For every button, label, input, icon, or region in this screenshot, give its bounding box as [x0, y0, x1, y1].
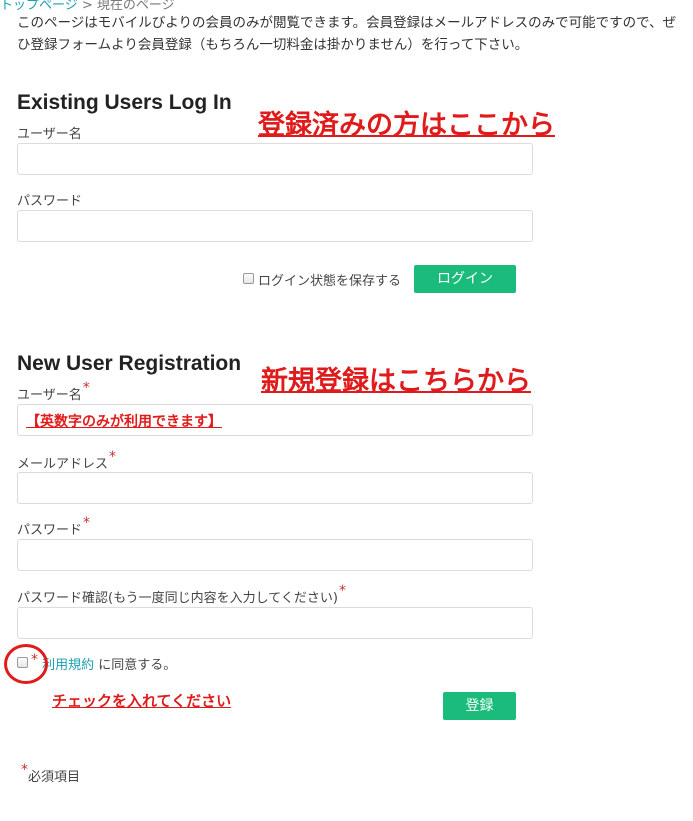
reg-password-label-row: パスワード*: [17, 515, 90, 538]
reg-confirm-label: パスワード確認(もう一度同じ内容を入力してください): [17, 591, 338, 606]
reg-email-label-row: メールアドレス*: [17, 449, 116, 472]
register-button[interactable]: 登録: [443, 692, 516, 720]
required-mark: *: [83, 515, 91, 531]
required-note-row: *必須項目: [20, 762, 81, 785]
required-mark: *: [21, 762, 28, 778]
intro-text: このページはモバイルびよりの会員のみが閲覧できます。会員登録はメールアドレスのみ…: [17, 15, 677, 53]
reg-password-label: パスワード: [17, 523, 83, 538]
username-annotation: 【英数字のみが利用できます】: [26, 413, 222, 429]
required-mark: *: [109, 449, 117, 465]
terms-link[interactable]: 利用規約: [42, 658, 94, 673]
reg-email-input[interactable]: [17, 472, 533, 504]
required-mark: *: [82, 380, 90, 396]
reg-confirm-input[interactable]: [17, 607, 533, 639]
check-annotation: チェックを入れてください: [52, 693, 232, 710]
login-password-label: パスワード: [17, 194, 83, 209]
login-username-input[interactable]: [17, 143, 533, 175]
login-username-label: ユーザー名: [17, 127, 82, 142]
remember-checkbox[interactable]: [243, 273, 254, 284]
reg-confirm-label-row: パスワード確認(もう一度同じ内容を入力してください)*: [17, 583, 346, 606]
terms-suffix: に同意する。: [94, 658, 177, 673]
checkbox-highlight-circle: [4, 644, 48, 684]
reg-password-input[interactable]: [17, 539, 533, 571]
remember-label: ログイン状態を保存する: [258, 274, 402, 289]
required-mark: *: [338, 583, 346, 599]
login-annotation: 登録済みの方はここから: [258, 110, 555, 140]
login-password-input[interactable]: [17, 210, 533, 242]
registration-title: New User Registration: [17, 352, 242, 375]
login-title: Existing Users Log In: [17, 91, 232, 114]
login-button[interactable]: ログイン: [414, 265, 516, 293]
reg-email-label: メールアドレス: [17, 457, 109, 472]
registration-annotation: 新規登録はこちらから: [261, 366, 531, 396]
reg-username-label: ユーザー名: [17, 388, 82, 403]
terms-row: * 利用規約 に同意する。: [30, 652, 177, 673]
reg-username-label-row: ユーザー名*: [17, 380, 90, 403]
required-note: 必須項目: [28, 770, 81, 785]
